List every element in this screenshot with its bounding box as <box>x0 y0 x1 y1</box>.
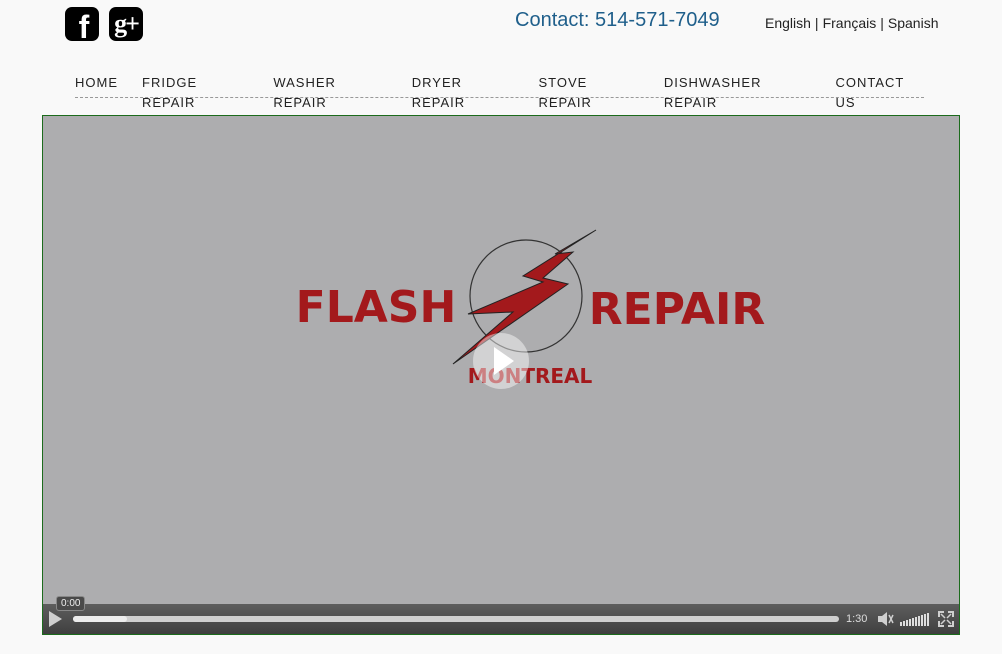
language-switcher: English | Français | Spanish <box>765 15 938 31</box>
lang-separator: | <box>814 15 819 31</box>
lang-spanish[interactable]: Spanish <box>888 15 939 31</box>
lang-separator: | <box>880 15 884 31</box>
page: f g+ Contact: 514-571-7049 English | Franç… <box>0 0 1002 654</box>
big-play-button[interactable] <box>473 333 529 389</box>
logo-repair-text: REPAIR <box>589 284 765 335</box>
nav-stove-repair[interactable]: STOVE REPAIR <box>538 73 639 110</box>
lang-english[interactable]: English <box>765 15 811 31</box>
video-controls: 0:00 1:30 <box>43 596 959 634</box>
facebook-glyph: f <box>78 9 90 45</box>
volume-icon[interactable] <box>877 611 895 627</box>
nav-dishwasher-repair[interactable]: DISHWASHER REPAIR <box>664 73 812 110</box>
video-player[interactable]: FLASH REPAIR MONTREAL 0:00 1:30 <box>42 115 960 635</box>
lightning-bolt-icon <box>452 229 597 365</box>
main-nav: HOME FRIDGE REPAIR WASHER REPAIR DRYER R… <box>75 73 925 110</box>
current-time: 0:00 <box>56 596 86 611</box>
google-plus-glyph: g+ <box>114 9 140 38</box>
nav-contact-us[interactable]: CONTACT US <box>836 73 925 110</box>
contact-phone: Contact: 514-571-7049 <box>515 9 720 31</box>
progress-bar[interactable] <box>73 616 839 622</box>
play-button[interactable] <box>49 611 62 627</box>
fullscreen-icon[interactable] <box>938 611 954 627</box>
social-links: f g+ <box>65 7 143 45</box>
lang-francais[interactable]: Français <box>823 15 877 31</box>
duration: 1:30 <box>846 613 868 625</box>
nav-dryer-repair[interactable]: DRYER REPAIR <box>412 73 515 110</box>
google-plus-icon[interactable]: g+ <box>109 7 143 41</box>
volume-slider[interactable] <box>900 612 929 626</box>
progress-buffered <box>73 616 127 622</box>
nav-home[interactable]: HOME <box>75 73 118 97</box>
nav-fridge-repair[interactable]: FRIDGE REPAIR <box>142 73 249 110</box>
facebook-icon[interactable]: f <box>65 7 99 45</box>
nav-washer-repair[interactable]: WASHER REPAIR <box>273 73 387 110</box>
logo-flash-text: FLASH <box>296 282 457 333</box>
